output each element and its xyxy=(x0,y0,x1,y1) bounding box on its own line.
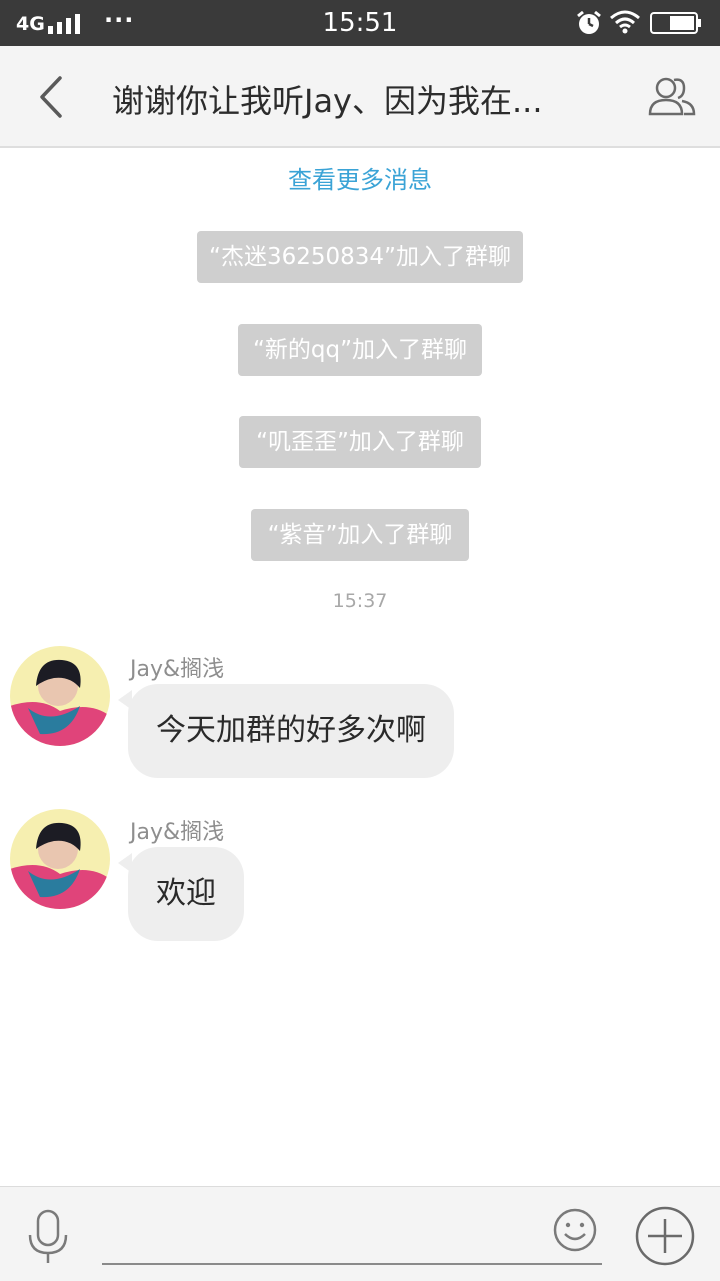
system-message: “杰迷36250834”加入了群聊 xyxy=(197,231,523,283)
status-bar: 4G ··· 15:51 xyxy=(0,0,720,46)
system-message: “叽歪歪”加入了群聊 xyxy=(239,416,481,468)
message-bubble[interactable]: 今天加群的好多次啊 xyxy=(128,684,454,778)
input-bar xyxy=(0,1186,720,1281)
battery-icon xyxy=(650,12,701,34)
load-more-link[interactable]: 查看更多消息 xyxy=(0,160,720,195)
microphone-icon[interactable] xyxy=(26,1209,70,1265)
sender-name: Jay&搁浅 xyxy=(130,657,225,682)
system-message: “新的qq”加入了群聊 xyxy=(238,324,482,376)
avatar[interactable] xyxy=(10,809,110,909)
input-underline xyxy=(102,1263,602,1265)
chat-title: 谢谢你让我听Jay、因为我在... xyxy=(112,82,543,120)
add-icon[interactable] xyxy=(634,1205,696,1267)
system-message: “紫音”加入了群聊 xyxy=(251,509,469,561)
avatar[interactable] xyxy=(10,646,110,746)
emoji-icon[interactable] xyxy=(552,1207,598,1253)
message-timestamp: 15:37 xyxy=(332,590,388,612)
alarm-icon xyxy=(577,10,601,34)
back-icon[interactable] xyxy=(30,74,76,120)
group-members-icon[interactable] xyxy=(644,72,700,120)
message-bubble[interactable]: 欢迎 xyxy=(128,847,244,941)
sender-name: Jay&搁浅 xyxy=(130,820,225,845)
chat-header: 谢谢你让我听Jay、因为我在... xyxy=(0,46,720,148)
wifi-icon xyxy=(610,10,640,34)
message-input[interactable] xyxy=(102,1213,546,1255)
